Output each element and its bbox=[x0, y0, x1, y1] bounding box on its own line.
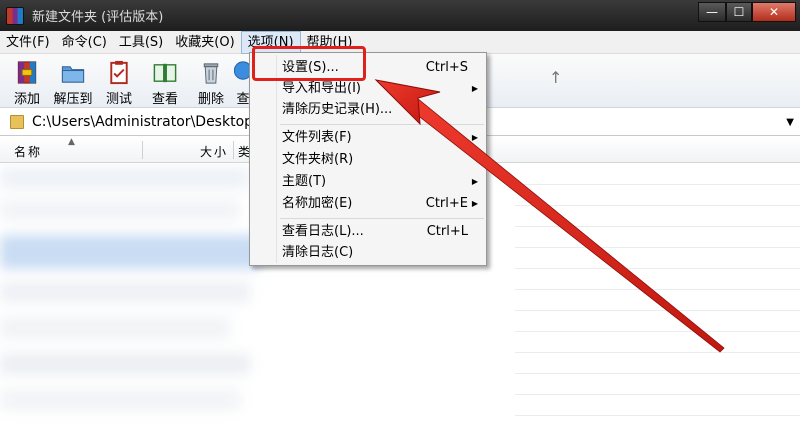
list-item[interactable] bbox=[0, 389, 240, 411]
add-button[interactable]: 添加 bbox=[4, 54, 50, 107]
winrar-app-icon bbox=[6, 6, 24, 25]
menu-commands[interactable]: 命令(C) bbox=[56, 31, 113, 54]
folder-icon bbox=[10, 114, 24, 129]
close-button[interactable]: ✕ bbox=[752, 2, 796, 22]
row-divider bbox=[515, 310, 800, 311]
trash-can-icon bbox=[203, 63, 219, 84]
menu-item-shortcut: Ctrl+L bbox=[426, 224, 468, 239]
extract-to-button-label: 解压到 bbox=[53, 92, 93, 107]
menu-item-label: 文件列表(F) bbox=[282, 130, 352, 145]
list-item[interactable] bbox=[0, 353, 250, 375]
delete-button-label: 删除 bbox=[197, 92, 224, 107]
menu-item-label: 查看日志(L)... bbox=[282, 224, 364, 239]
add-button-label: 添加 bbox=[13, 92, 40, 107]
list-item[interactable] bbox=[0, 235, 260, 269]
menu-item-shortcut: Ctrl+S bbox=[425, 60, 468, 75]
menu-item-view-log[interactable]: 查看日志(L)... Ctrl+L bbox=[252, 221, 484, 242]
menu-tools[interactable]: 工具(S) bbox=[113, 31, 169, 54]
row-divider bbox=[515, 205, 800, 206]
row-divider bbox=[515, 415, 800, 416]
test-button-label: 测试 bbox=[105, 92, 132, 107]
row-divider bbox=[515, 268, 800, 269]
minimize-button[interactable]: — bbox=[698, 2, 726, 22]
window-title: 新建文件夹 (评估版本) bbox=[32, 10, 164, 25]
test-button[interactable]: 测试 bbox=[96, 54, 142, 107]
view-button-label: 查看 bbox=[151, 92, 178, 107]
row-divider bbox=[515, 289, 800, 290]
row-divider bbox=[515, 352, 800, 353]
column-name[interactable]: 名称 bbox=[14, 143, 42, 160]
submenu-arrow-icon: ▶ bbox=[471, 133, 478, 142]
list-item[interactable] bbox=[0, 281, 250, 303]
column-size[interactable]: 大小 bbox=[200, 143, 228, 160]
menu-item-themes[interactable]: 主题(T) ▶ bbox=[252, 171, 484, 192]
menu-item-clear-history[interactable]: 清除历史记录(H)... bbox=[252, 99, 484, 120]
row-divider bbox=[515, 331, 800, 332]
list-item[interactable] bbox=[0, 317, 230, 339]
menu-item-folder-tree[interactable]: 文件夹树(R) bbox=[252, 149, 484, 170]
list-item[interactable] bbox=[0, 199, 240, 221]
address-path: C:\Users\Administrator\Desktop\ bbox=[32, 113, 258, 130]
row-divider bbox=[515, 247, 800, 248]
submenu-arrow-icon: ▶ bbox=[471, 177, 478, 186]
extract-to-button[interactable]: 解压到 bbox=[50, 54, 96, 107]
menu-bar: 文件(F) 命令(C) 工具(S) 收藏夹(O) 选项(N) 帮助(H) bbox=[0, 30, 800, 54]
menu-separator bbox=[280, 124, 484, 125]
menu-file[interactable]: 文件(F) bbox=[0, 31, 56, 54]
column-divider[interactable] bbox=[233, 141, 234, 159]
row-divider bbox=[515, 226, 800, 227]
options-menu: 设置(S)... Ctrl+S 导入和导出(I) ▶ 清除历史记录(H)... … bbox=[249, 52, 487, 266]
menu-item-name-encryption[interactable]: 名称加密(E) Ctrl+E ▶ bbox=[252, 193, 484, 214]
menu-item-label: 主题(T) bbox=[282, 174, 327, 189]
submenu-arrow-icon: ▶ bbox=[471, 199, 478, 208]
menu-item-label: 清除历史记录(H)... bbox=[282, 102, 393, 117]
menu-item-file-list[interactable]: 文件列表(F) ▶ bbox=[252, 127, 484, 148]
menu-item-label: 名称加密(E) bbox=[282, 196, 353, 211]
menu-favorites[interactable]: 收藏夹(O) bbox=[169, 31, 240, 54]
address-dropdown-icon[interactable]: ▼ bbox=[786, 117, 794, 128]
sort-ascending-icon: ▲ bbox=[68, 137, 75, 147]
row-divider bbox=[515, 184, 800, 185]
view-button[interactable]: 查看 bbox=[142, 54, 188, 107]
window-controls: — ☐ ✕ bbox=[698, 2, 796, 22]
submenu-arrow-icon: ▶ bbox=[471, 84, 478, 93]
row-divider bbox=[515, 394, 800, 395]
menu-item-label: 清除日志(C) bbox=[282, 245, 354, 260]
folder-extract-icon bbox=[61, 66, 85, 83]
row-divider bbox=[515, 373, 800, 374]
delete-button[interactable]: 删除 bbox=[188, 54, 234, 107]
maximize-button[interactable]: ☐ bbox=[726, 2, 752, 22]
menu-item-shortcut: Ctrl+E bbox=[425, 196, 468, 211]
settings-highlight-box bbox=[252, 46, 366, 81]
title-bar: 新建文件夹 (评估版本) — ☐ ✕ bbox=[0, 0, 800, 31]
menu-separator bbox=[280, 218, 484, 219]
up-arrow-icon[interactable]: ↑ bbox=[549, 68, 562, 87]
menu-item-clear-log[interactable]: 清除日志(C) bbox=[252, 242, 484, 263]
open-book-icon bbox=[153, 63, 177, 83]
list-item[interactable] bbox=[0, 167, 250, 189]
column-divider[interactable] bbox=[142, 141, 143, 159]
menu-item-label: 文件夹树(R) bbox=[282, 152, 354, 167]
menu-item-import-export[interactable]: 导入和导出(I) ▶ bbox=[252, 78, 484, 99]
menu-item-label: 导入和导出(I) bbox=[282, 81, 361, 96]
archive-add-icon bbox=[17, 61, 37, 84]
clipboard-check-icon bbox=[110, 60, 128, 85]
find-button-label: 查 bbox=[236, 92, 250, 107]
